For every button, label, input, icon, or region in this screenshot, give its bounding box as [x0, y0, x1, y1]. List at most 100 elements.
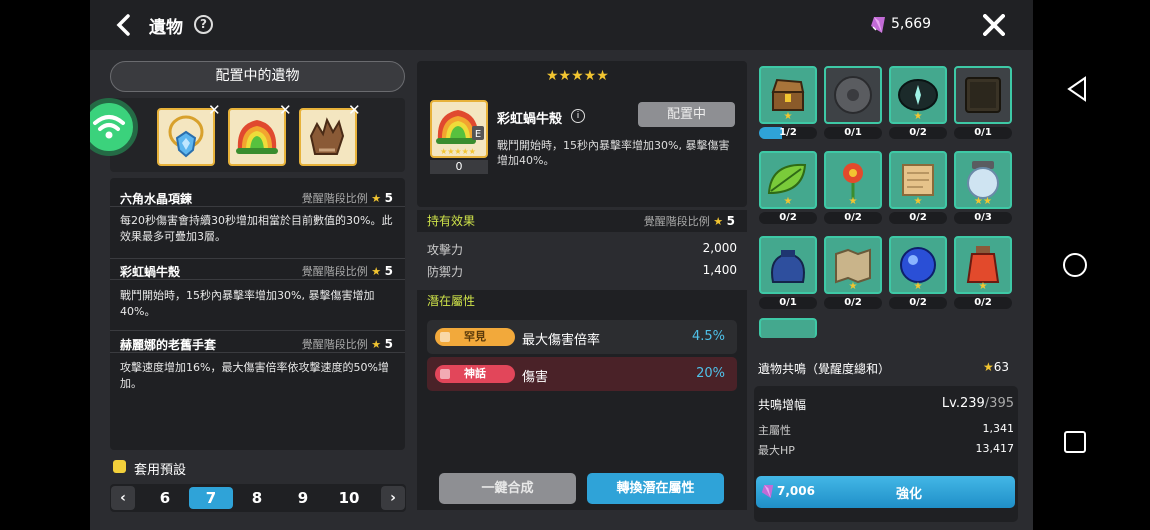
pager-next-icon[interactable]: ›	[381, 486, 405, 510]
ratio-label: 覺醒階段比例	[301, 338, 368, 351]
equipped-relic-descriptions: 六角水晶項鍊 覺醒階段比例 ★ 5 每20秒傷害會持續30秒增加相當於目前數值的…	[110, 178, 405, 450]
relic-star-rating: ★	[913, 196, 923, 207]
preset-page-8[interactable]: 8	[235, 484, 279, 512]
divider	[110, 206, 405, 207]
nav-back-icon[interactable]	[1066, 76, 1088, 102]
relic-count: 0/2	[889, 297, 947, 309]
potential-value: 20%	[696, 366, 725, 381]
relic-star-rating: ★	[913, 111, 923, 122]
close-icon[interactable]	[983, 14, 1005, 36]
combine-all-button[interactable]: 一鍵合成	[439, 473, 576, 504]
equipped-relics-button[interactable]: 配置中的遺物	[110, 61, 405, 92]
relic-count: 0/1	[759, 297, 817, 309]
boost-label: 共鳴增幅	[758, 398, 807, 412]
relic-count: 0/3	[954, 212, 1012, 224]
ratio-value: 5	[384, 337, 393, 351]
enhance-label: 強化	[896, 487, 923, 502]
grade-badge-rare: 罕見	[435, 328, 515, 346]
selected-relic-desc: 戰鬥開始時，15秒內暴擊率增加30%, 暴擊傷害增加40%。	[497, 139, 730, 167]
selected-relic-level: 0	[430, 160, 488, 174]
relic-count: 0/2	[824, 212, 882, 224]
ratio-value: 5	[384, 191, 393, 205]
relic-star-rating: ★	[848, 196, 858, 207]
relic-count: 0/2	[889, 127, 947, 139]
preset-page-7[interactable]: 7	[189, 487, 233, 509]
relic-count: 0/2	[759, 212, 817, 224]
preset-page-6[interactable]: 6	[143, 484, 187, 512]
wifi-icon	[93, 115, 125, 139]
potential-row-mythic: 神話 傷害 20%	[427, 357, 737, 391]
potential-title: 潛在屬性	[427, 294, 476, 308]
nav-recents-icon[interactable]	[1063, 430, 1087, 454]
main-stat-row: 主屬性 1,341	[758, 422, 1014, 438]
resonance-label: 遺物共鳴（覺醒度總和）	[758, 362, 891, 376]
back-arrow-icon[interactable]	[112, 12, 138, 38]
help-icon[interactable]: ?	[194, 15, 213, 34]
potential-name: 傷害	[522, 370, 549, 385]
resonance-total: ★63	[983, 360, 1010, 374]
in-use-button[interactable]: 配置中	[638, 102, 735, 127]
apply-preset-checkbox[interactable]	[113, 460, 126, 473]
relic-count: 0/1	[824, 127, 882, 139]
rainbow-snail-shell-icon	[236, 120, 278, 154]
remove-necklace-icon[interactable]: ✕	[208, 101, 221, 119]
relic-detail-desc: 每20秒傷害會持續30秒增加相當於目前數值的30%。此效果最多可疊加3層。	[120, 214, 393, 243]
divider	[110, 352, 405, 353]
potential-row-rare: 罕見 最大傷害倍率 4.5%	[427, 320, 737, 354]
relic-detail-ratio: 覺醒階段比例 ★ 5	[301, 337, 393, 351]
relic-screen: 遺物 ? 5,669 配置中的遺物 ✕ ✕ ✕ 六角水晶項鍊 覺醒階段比例 ★ …	[90, 0, 1033, 530]
hp-row: 最大HP 13,417	[758, 442, 1014, 458]
potential-value: 4.5%	[691, 329, 725, 344]
stat-value: 2,000	[702, 241, 737, 255]
relic-cell-partial[interactable]	[759, 318, 817, 338]
remove-gloves-icon[interactable]: ✕	[348, 101, 361, 119]
ratio-label: 覺醒階段比例	[301, 265, 368, 278]
blue-pouch-icon	[771, 250, 805, 283]
gem-currency-icon	[761, 485, 774, 498]
preset-page-10[interactable]: 10	[327, 484, 371, 512]
stat-name: 攻擊力	[427, 243, 464, 257]
resonance-value: 63	[993, 360, 1010, 374]
reroll-potential-button[interactable]: 轉換潛在屬性	[587, 473, 724, 504]
relic-cell-blue-pouch[interactable]	[759, 236, 817, 294]
preset-page-9[interactable]: 9	[281, 484, 325, 512]
relic-count: 0/2	[889, 212, 947, 224]
divider	[110, 330, 405, 331]
relic-count: 0/2	[824, 297, 882, 309]
dark-box-icon	[965, 77, 1001, 113]
rainbow-snail-shell-icon: E ★★★★★	[436, 110, 484, 156]
relic-detail-name: 彩虹蝸牛殼	[120, 265, 181, 279]
potential-name: 最大傷害倍率	[522, 333, 601, 348]
svg-text:★★★★★: ★★★★★	[440, 147, 476, 156]
relic-cell-gray-disc[interactable]	[824, 66, 882, 124]
wifi-overlay-button[interactable]	[90, 98, 138, 156]
apply-preset-label: 套用預設	[134, 463, 187, 478]
equipped-slot-snail-shell[interactable]	[228, 108, 286, 166]
equipped-slot-necklace[interactable]	[157, 108, 215, 166]
relic-count: 1/2	[759, 127, 817, 139]
remove-snail-shell-icon[interactable]: ✕	[279, 101, 292, 119]
relic-detail-ratio: 覺醒階段比例 ★ 5	[301, 264, 393, 278]
divider	[110, 279, 405, 280]
gem-currency-icon	[871, 17, 885, 33]
top-bar: 遺物 ? 5,669	[90, 0, 1033, 50]
hp-value: 13,417	[975, 442, 1015, 455]
pager-prev-icon[interactable]: ‹	[111, 486, 135, 510]
info-icon[interactable]: i	[571, 109, 585, 123]
relic-cell-dark-box[interactable]	[954, 66, 1012, 124]
hp-label: 最大HP	[758, 444, 795, 457]
relic-count: 0/2	[954, 297, 1012, 309]
ratio-label: 覺醒階段比例	[643, 215, 710, 228]
relic-detail-name: 六角水晶項鍊	[120, 192, 193, 206]
relic-star-rating: ★★	[974, 196, 992, 207]
relic-count: 0/1	[954, 127, 1012, 139]
relic-star-rating: ★	[978, 281, 988, 292]
owned-effect-header: 持有效果 覺醒階段比例 ★ 5	[417, 210, 747, 232]
gray-disc-icon	[834, 76, 872, 114]
relic-detail-ratio: 覺醒階段比例 ★ 5	[301, 191, 393, 205]
stat-name: 防禦力	[427, 265, 464, 279]
relic-star-rating: ★★★★★	[546, 68, 609, 84]
relic-star-rating: ★	[848, 281, 858, 292]
owned-effect-title: 持有效果	[427, 214, 476, 228]
nav-home-icon[interactable]	[1062, 252, 1088, 278]
